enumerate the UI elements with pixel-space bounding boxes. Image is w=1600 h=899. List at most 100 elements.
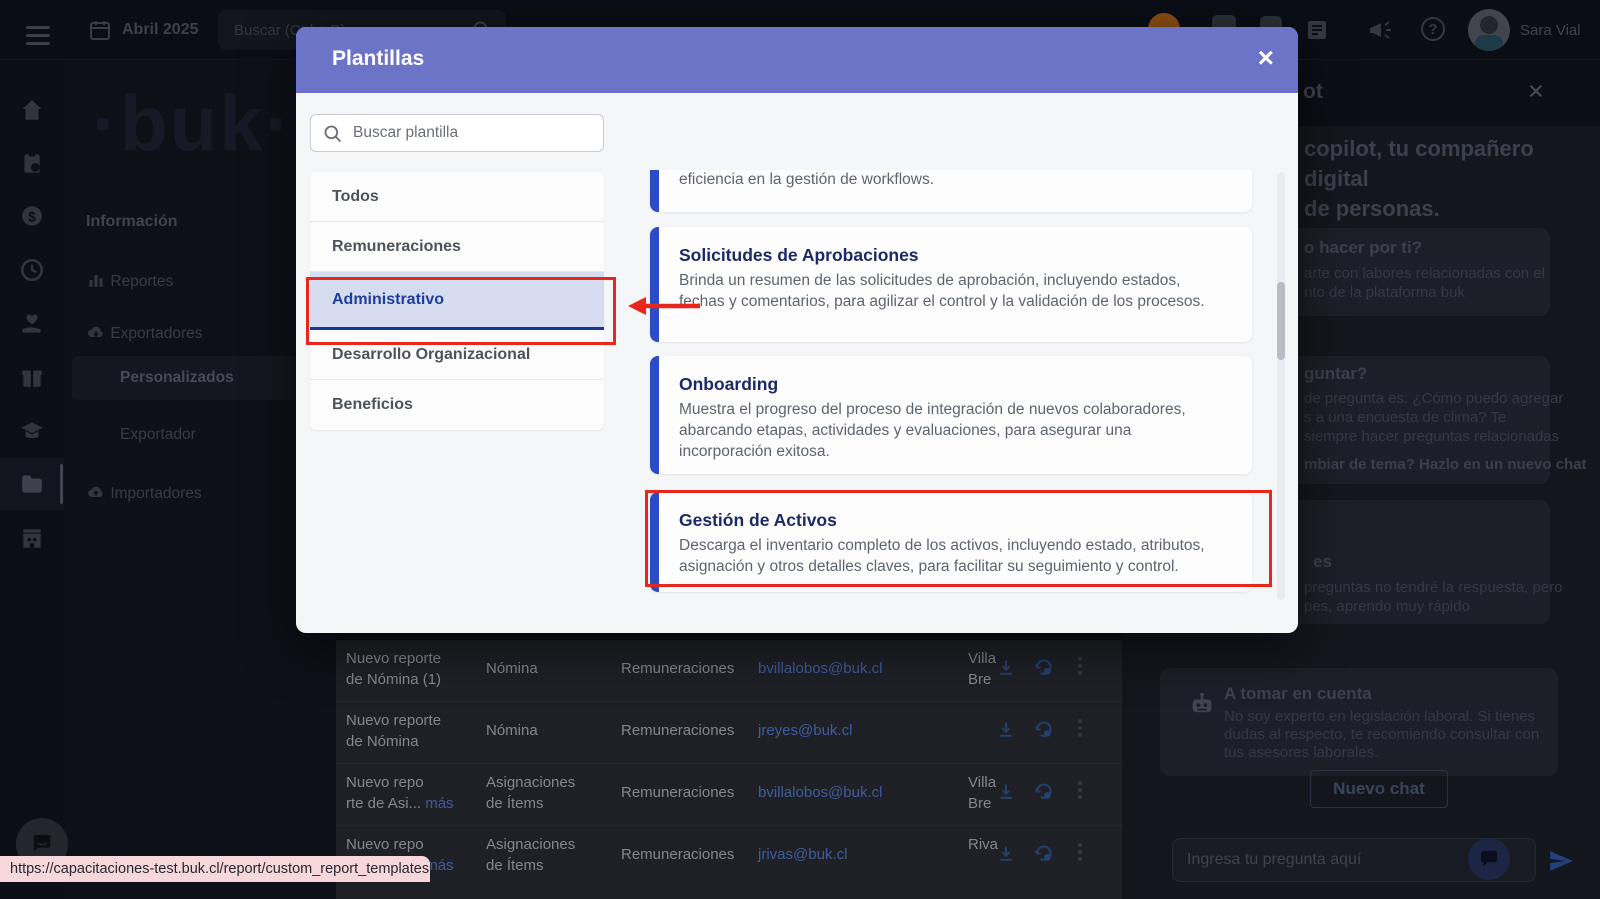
copilot-tip-text: arte con labores relacionadas con el nto… xyxy=(1304,264,1545,302)
template-desc: Brinda un resumen de las solicitudes de … xyxy=(659,270,1251,312)
robot-icon xyxy=(1188,690,1216,718)
history-icon[interactable] xyxy=(1034,720,1054,740)
copilot-note-title: A tomar en cuenta xyxy=(1224,684,1372,704)
download-icon[interactable] xyxy=(996,720,1016,740)
kebab-menu-icon[interactable] xyxy=(1074,840,1086,864)
download-icon[interactable] xyxy=(996,844,1016,864)
help-icon[interactable]: ? xyxy=(1421,17,1445,41)
copilot-tip-title: o hacer por ti? xyxy=(1304,238,1422,258)
sidebar-section-label: Información xyxy=(86,213,178,231)
copilot-tip-line: siempre hacer preguntas relacionadas xyxy=(1304,427,1563,446)
sidebar-item-label: Personalizados xyxy=(120,369,234,386)
copilot-tip-line: pes, aprendo muy rápido xyxy=(1304,597,1563,616)
sidebar-item-personalizados[interactable]: Personalizados xyxy=(72,356,332,400)
chat-bubble-icon xyxy=(31,834,53,854)
copilot-tip-line: arte con labores relacionadas con el xyxy=(1304,264,1545,283)
chat-bubble-icon xyxy=(1479,850,1499,868)
sidebar-item-reportes[interactable]: Reportes ‹ xyxy=(86,270,322,291)
cloud-upload-icon xyxy=(86,482,106,502)
copilot-close-icon[interactable]: × xyxy=(1528,76,1544,107)
annotation-box-gestion-activos xyxy=(645,490,1272,587)
copilot-intro-line: copilot, tu compañero digital xyxy=(1304,134,1600,194)
period-selector[interactable]: Abril 2025 xyxy=(122,21,198,39)
template-card-onboarding[interactable]: Onboarding Muestra el progreso del proce… xyxy=(650,356,1252,474)
copilot-tip-title: guntar? xyxy=(1304,364,1367,384)
cloud-download-icon xyxy=(86,322,106,342)
kebab-menu-icon[interactable] xyxy=(1074,716,1086,740)
copilot-note-card: A tomar en cuenta No soy experto en legi… xyxy=(1160,668,1558,776)
user-name[interactable]: Sara Vial xyxy=(1520,22,1581,39)
table-row[interactable]: Nuevo reporte de Asi... más Asignaciones… xyxy=(336,826,1122,886)
template-title: Solicitudes de Aprobaciones xyxy=(659,227,1252,270)
annotation-box-administrativo xyxy=(306,277,616,345)
email-link[interactable]: bvillalobos@buk.cl xyxy=(758,782,948,803)
copilot-tip-line: nto de la plataforma buk xyxy=(1304,283,1545,302)
reports-table: Nuevo reportede Nómina (1) Nómina Remune… xyxy=(336,640,1122,899)
category-remuneraciones[interactable]: Remuneraciones xyxy=(310,222,604,272)
megaphone-icon[interactable] xyxy=(1368,18,1394,42)
email-link[interactable]: bvillalobos@buk.cl xyxy=(758,658,948,679)
copilot-tip-line: s a una encuesta de clima? Te xyxy=(1304,408,1563,427)
buk-logo: ·buk· xyxy=(92,78,293,169)
sidebar-item-label: Exportador xyxy=(120,426,196,443)
news-icon[interactable] xyxy=(1305,18,1329,42)
category-beneficios[interactable]: Beneficios xyxy=(310,380,604,430)
download-icon[interactable] xyxy=(996,658,1016,678)
copilot-intro: copilot, tu compañero digital de persona… xyxy=(1304,134,1600,224)
copilot-tip-title: es xyxy=(1313,552,1332,572)
copilot-tip-bold-line: mbiar de tema? Hazlo en un nuevo chat xyxy=(1304,456,1587,473)
new-chat-button[interactable]: Nuevo chat xyxy=(1310,770,1448,808)
email-link[interactable]: jrivas@buk.cl xyxy=(758,844,948,865)
folder-icon[interactable] xyxy=(19,471,45,497)
icon-rail: $ xyxy=(0,60,64,899)
copilot-intro-line: de personas. xyxy=(1304,194,1600,224)
hamburger-menu-icon[interactable] xyxy=(26,21,50,50)
company-icon[interactable] xyxy=(19,525,45,551)
gift-icon[interactable] xyxy=(19,364,45,390)
template-search xyxy=(310,114,604,152)
bar-chart-icon xyxy=(86,270,106,290)
table-row[interactable]: Nuevo reportede Nómina Nómina Remuneraci… xyxy=(336,702,1122,762)
template-desc: Muestra el progreso del proceso de integ… xyxy=(659,399,1251,462)
copilot-tip-line: preguntas no tendré la respuesta, pero xyxy=(1304,578,1563,597)
kebab-menu-icon[interactable] xyxy=(1074,778,1086,802)
clock-icon[interactable] xyxy=(19,257,45,283)
annotation-arrow-left xyxy=(628,295,702,317)
app-window: Abril 2025 ? Sara Vial $ ·buk· Informaci… xyxy=(0,0,1600,899)
table-row[interactable]: Nuevo reporte de Asi... más Asignaciones… xyxy=(336,764,1122,824)
send-icon[interactable] xyxy=(1548,848,1574,874)
template-search-input[interactable] xyxy=(351,116,581,150)
email-link[interactable]: jreyes@buk.cl xyxy=(758,720,948,741)
category-todos[interactable]: Todos xyxy=(310,172,604,222)
sidebar-item-importadores[interactable]: Importadores ‹ xyxy=(86,482,322,503)
sidebar-item-exportador[interactable]: Exportador xyxy=(120,426,196,444)
template-title: Onboarding xyxy=(659,356,1252,399)
download-icon[interactable] xyxy=(996,782,1016,802)
status-bar-link-preview: https://capacitaciones-test.buk.cl/repor… xyxy=(0,856,430,882)
more-link[interactable]: más xyxy=(425,795,453,812)
payroll-icon[interactable]: $ xyxy=(19,203,45,229)
tasks-icon[interactable] xyxy=(19,150,45,176)
modal-header: Plantillas × xyxy=(296,27,1298,93)
chat-bubble-button[interactable] xyxy=(1468,838,1510,880)
history-icon[interactable] xyxy=(1034,658,1054,678)
kebab-menu-icon[interactable] xyxy=(1074,654,1086,678)
modal-close-icon[interactable]: × xyxy=(1258,44,1274,72)
template-card-solicitudes[interactable]: Solicitudes de Aprobaciones Brinda un re… xyxy=(650,227,1252,342)
template-card-clipped[interactable]: detallando etapas, tiempos y responsable… xyxy=(650,170,1252,212)
graduation-icon[interactable] xyxy=(19,418,45,444)
template-scrollbar-track[interactable] xyxy=(1277,172,1285,600)
history-icon[interactable] xyxy=(1034,782,1054,802)
history-icon[interactable] xyxy=(1034,844,1054,864)
copilot-title-fragment: ot xyxy=(1303,80,1323,104)
sidebar-item-label: Importadores xyxy=(110,485,201,502)
benefits-hand-icon[interactable] xyxy=(19,311,45,337)
avatar[interactable] xyxy=(1468,9,1510,51)
copilot-tip-text: de pregunta es: ¿Cómo puedo agregar s a … xyxy=(1304,389,1563,446)
copilot-note-body: No soy experto en legislación laboral. S… xyxy=(1224,708,1542,762)
sidebar-item-exportadores[interactable]: Exportadores ⌄ xyxy=(86,322,322,343)
table-row[interactable]: Nuevo reportede Nómina (1) Nómina Remune… xyxy=(336,640,1122,700)
sidebar-item-label: Reportes xyxy=(110,273,173,290)
home-icon[interactable] xyxy=(19,97,45,123)
template-scrollbar-thumb[interactable] xyxy=(1277,282,1285,360)
